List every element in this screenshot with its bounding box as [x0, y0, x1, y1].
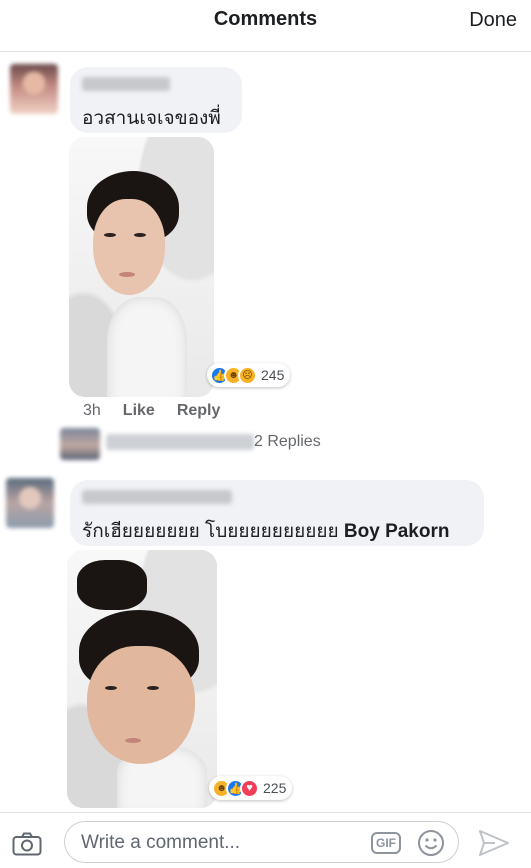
comment-input-placeholder: Write a comment... [81, 832, 241, 853]
photo-collar [107, 297, 187, 397]
comment-photo[interactable] [67, 550, 217, 808]
photo-lips [119, 272, 135, 277]
done-button[interactable]: Done [469, 9, 517, 32]
comment-composer: Write a comment... GIF [0, 812, 531, 868]
blurred-reply-name[interactable] [106, 434, 254, 450]
comment-text: อวสานเจเจของพี่ [82, 108, 221, 129]
photo-eye [104, 233, 116, 237]
comment-photo[interactable] [69, 137, 214, 397]
photo-lips [125, 738, 141, 743]
blurred-commenter-name[interactable] [82, 77, 170, 91]
commenter-avatar[interactable] [10, 64, 58, 114]
photo-eye [134, 233, 146, 237]
page-title: Comments [213, 8, 318, 30]
emoji-icon[interactable] [417, 829, 445, 857]
reply-avatar[interactable] [60, 428, 100, 460]
camera-icon[interactable] [12, 832, 42, 856]
photo-face [87, 646, 195, 764]
photo-background-hair [77, 560, 147, 610]
comment-actions: 3h Like Reply [83, 402, 220, 420]
reply-button[interactable]: Reply [177, 402, 221, 420]
reaction-count: 225 [263, 780, 287, 796]
view-replies-link[interactable]: 2 Replies [254, 433, 321, 451]
comment-text: รักเฮียยยยยยย โบยยยยยยยยยย Boy Pakorn [82, 516, 449, 546]
comment-timestamp: 3h [83, 402, 101, 419]
sad-icon: ☹ [238, 365, 257, 385]
like-button[interactable]: Like [123, 402, 155, 420]
love-icon: ♥ [240, 778, 259, 798]
comment-bubble[interactable]: รักเฮียยยยยยย โบยยยยยยยยยย Boy Pakorn [70, 480, 484, 546]
comment-text-body: รักเฮียยยยยยย โบยยยยยยยยยย [82, 521, 344, 542]
comment-input[interactable]: Write a comment... GIF [64, 821, 459, 863]
commenter-avatar[interactable] [6, 478, 54, 528]
header-bar: Comments Done [0, 0, 531, 52]
tagged-name[interactable]: Boy Pakorn [344, 521, 450, 542]
photo-eye [147, 686, 159, 690]
blurred-commenter-name[interactable] [82, 490, 232, 504]
photo-eye [105, 686, 117, 690]
comment-bubble[interactable]: อวสานเจเจของพี่ [70, 67, 242, 133]
reaction-summary[interactable]: ☻ 👍 ♥ 225 [209, 776, 293, 800]
photo-face [93, 199, 165, 295]
send-icon[interactable] [478, 829, 510, 857]
reaction-count: 245 [261, 367, 285, 383]
reaction-summary[interactable]: 👍 ☻ ☹ 245 [207, 363, 291, 387]
gif-icon[interactable]: GIF [371, 832, 401, 854]
